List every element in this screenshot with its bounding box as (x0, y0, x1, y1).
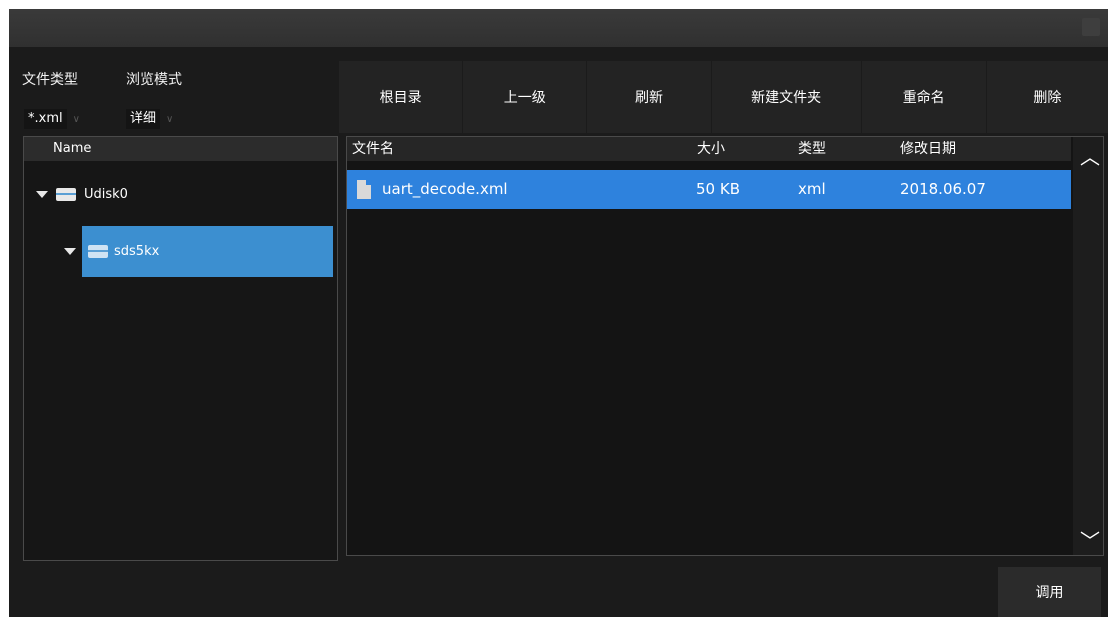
file-size: 50 KB (696, 180, 740, 198)
delete-button[interactable]: 删除 (986, 61, 1108, 133)
browse-mode-select[interactable]: 详细 ∨ (126, 109, 173, 129)
rename-button[interactable]: 重命名 (861, 61, 987, 133)
folder-icon (88, 245, 108, 258)
file-list-header: 文件名 大小 类型 修改日期 (347, 137, 1071, 161)
folder-tree: Name Udisk0 sds5kx (23, 136, 338, 561)
browse-mode-value: 详细 (126, 109, 161, 129)
column-name[interactable]: 文件名 (352, 137, 394, 161)
scrollbar[interactable]: ︿ ﹀ (1073, 137, 1103, 555)
scroll-up-icon[interactable]: ︿ (1080, 141, 1100, 170)
dropdown-arrow-icon: ∨ (166, 113, 174, 125)
refresh-button[interactable]: 刷新 (587, 61, 712, 133)
tree-item-sds5kx[interactable]: sds5kx (64, 226, 333, 277)
scroll-down-icon[interactable]: ﹀ (1080, 525, 1100, 554)
expand-triangle-icon[interactable] (64, 248, 76, 255)
expand-triangle-icon[interactable] (36, 191, 48, 198)
new-folder-button[interactable]: 新建文件夹 (711, 61, 862, 133)
tree-item-label: sds5kx (114, 244, 160, 259)
column-size[interactable]: 大小 (697, 137, 725, 161)
file-dialog: 文件类型 浏览模式 *.xml ∨ 详细 ∨ 根目录 上一级 刷新 新建文件夹 … (9, 9, 1108, 617)
folder-icon (56, 188, 76, 201)
file-name: uart_decode.xml (382, 180, 508, 198)
file-date: 2018.06.07 (900, 180, 986, 198)
file-list: 文件名 大小 类型 修改日期 uart_decode.xml 50 KB xml… (346, 136, 1104, 556)
browse-mode-label: 浏览模式 (126, 72, 182, 88)
recall-button[interactable]: 调用 (998, 567, 1101, 617)
file-type-value: *.xml (24, 109, 67, 129)
close-icon[interactable] (1082, 18, 1100, 36)
file-type: xml (798, 180, 826, 198)
title-bar (9, 9, 1108, 47)
root-dir-button[interactable]: 根目录 (339, 61, 464, 133)
up-level-button[interactable]: 上一级 (463, 61, 588, 133)
file-type-select[interactable]: *.xml ∨ (24, 109, 80, 129)
tree-item-label: Udisk0 (84, 187, 128, 202)
dropdown-arrow-icon: ∨ (72, 113, 80, 125)
toolbar: 根目录 上一级 刷新 新建文件夹 重命名 删除 (339, 61, 1108, 133)
file-icon (357, 180, 371, 199)
tree-header: Name (24, 137, 337, 161)
file-row[interactable]: uart_decode.xml 50 KB xml 2018.06.07 (347, 170, 1071, 209)
file-type-label: 文件类型 (22, 72, 78, 88)
column-date[interactable]: 修改日期 (900, 137, 956, 161)
tree-item-selection: sds5kx (82, 226, 333, 277)
tree-item-udisk0[interactable]: Udisk0 (36, 187, 128, 202)
column-type[interactable]: 类型 (798, 137, 826, 161)
